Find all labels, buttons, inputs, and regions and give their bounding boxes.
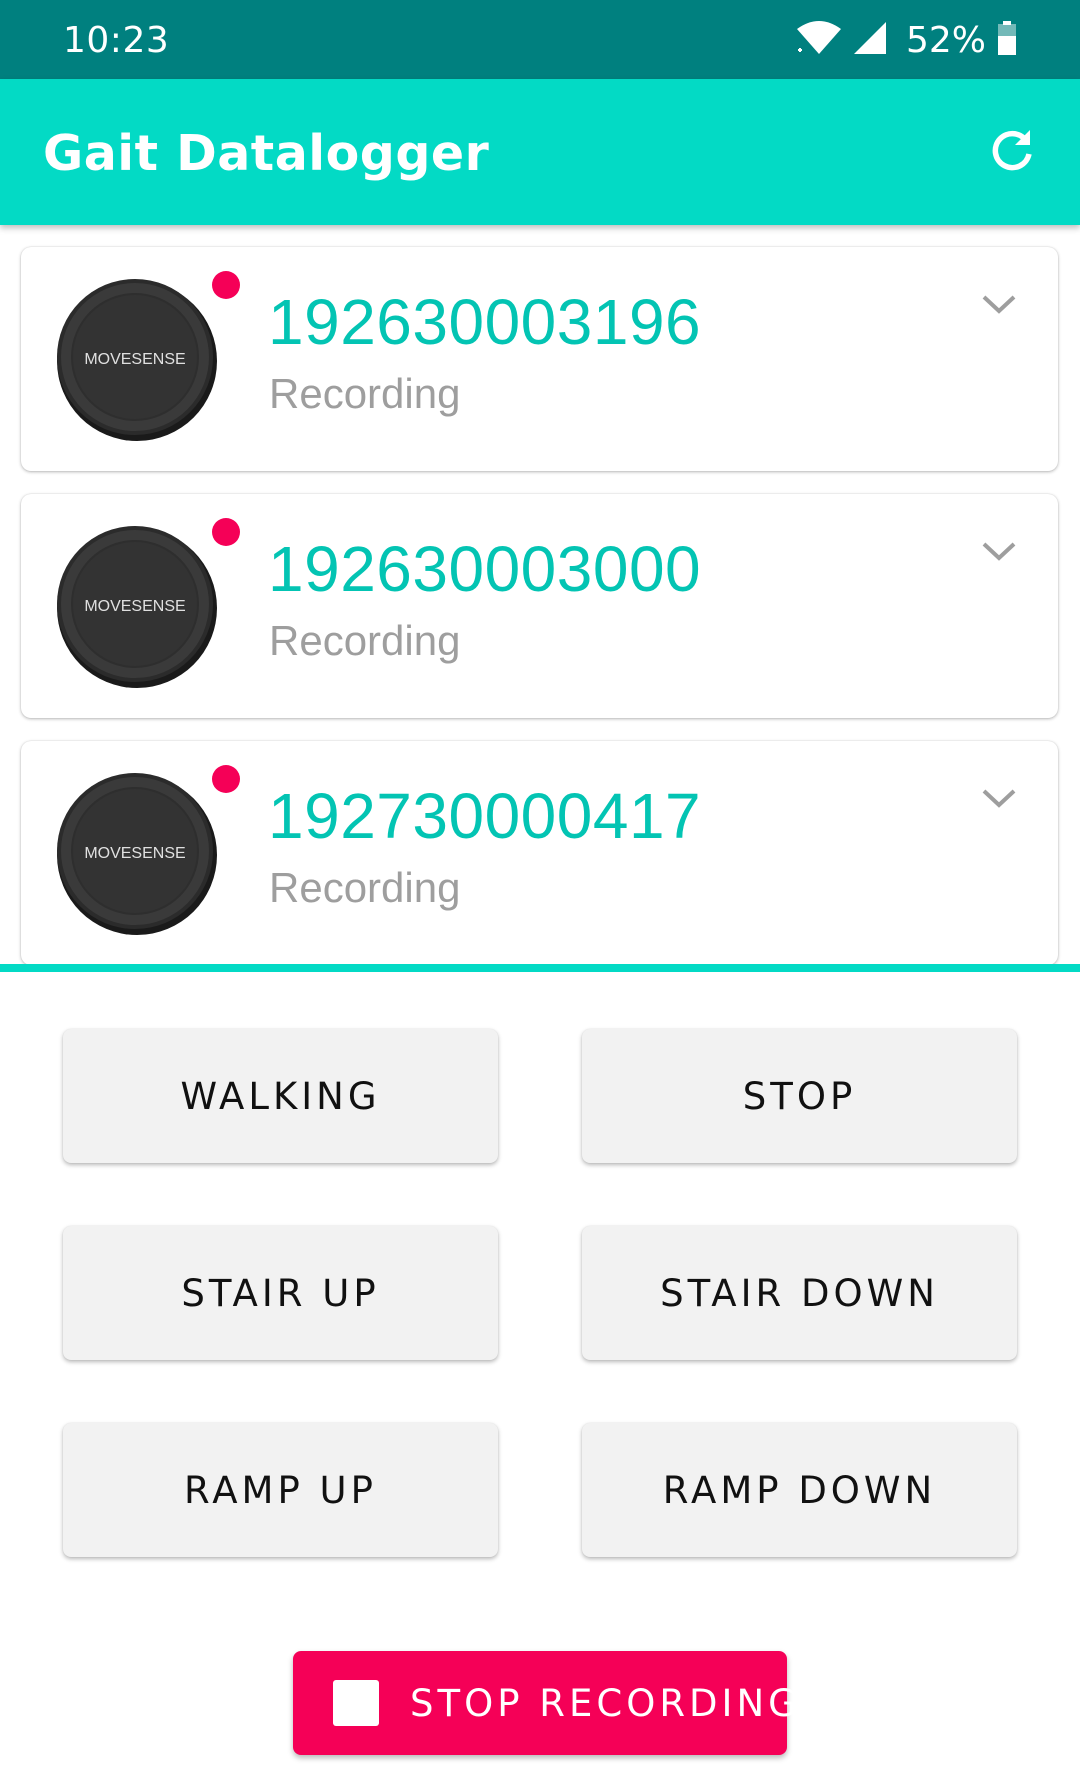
svg-text:MOVESENSE: MOVESENSE [84, 598, 185, 615]
battery-percent: 52% [905, 19, 986, 61]
recording-indicator-dot [212, 765, 240, 793]
device-status: Recording [269, 370, 461, 417]
ramp-down-button[interactable]: RAMP DOWN [582, 1423, 1017, 1557]
stop-recording-button[interactable]: STOP RECORDING [293, 1651, 797, 1755]
sensor-image: MOVESENSE [53, 522, 221, 690]
device-card[interactable]: MOVESENSE 192730000417 Recording [21, 741, 1058, 965]
app-bar: Gait Datalogger [0, 79, 1080, 225]
walking-button[interactable]: WALKING [63, 1029, 498, 1163]
sensor-image: MOVESENSE [53, 275, 221, 443]
section-divider [0, 964, 1080, 972]
svg-text:MOVESENSE: MOVESENSE [84, 351, 185, 368]
status-bar: 10:23 52% [0, 0, 1080, 79]
device-status: Recording [269, 864, 461, 911]
wifi-icon [796, 20, 842, 61]
recording-indicator-dot [212, 518, 240, 546]
app-title: Gait Datalogger [43, 125, 490, 182]
stop-recording-label: STOP RECORDING [410, 1682, 801, 1725]
device-serial: 192730000417 [268, 780, 702, 852]
device-card[interactable]: MOVESENSE 192630003000 Recording [21, 494, 1058, 718]
svg-text:MOVESENSE: MOVESENSE [84, 845, 185, 862]
device-status: Recording [269, 617, 461, 664]
device-serial: 192630003196 [268, 286, 702, 358]
chevron-down-icon[interactable] [976, 532, 1022, 572]
device-list[interactable]: MOVESENSE 192630003196 Recording MOVESEN… [0, 225, 1080, 966]
refresh-button[interactable] [984, 124, 1040, 180]
refresh-icon [988, 126, 1036, 179]
cell-signal-icon [852, 20, 888, 61]
device-card[interactable]: MOVESENSE 192630003196 Recording [21, 247, 1058, 471]
status-icons: 52% [796, 16, 1018, 64]
stair-down-button[interactable]: STAIR DOWN [582, 1226, 1017, 1360]
device-serial: 192630003000 [268, 533, 702, 605]
chevron-down-icon[interactable] [976, 779, 1022, 819]
ramp-up-button[interactable]: RAMP UP [63, 1423, 498, 1557]
stop-button[interactable]: STOP [582, 1029, 1017, 1163]
sensor-image: MOVESENSE [53, 769, 221, 937]
status-time: 10:23 [63, 20, 170, 61]
chevron-down-icon[interactable] [976, 285, 1022, 325]
stair-up-button[interactable]: STAIR UP [63, 1226, 498, 1360]
recording-indicator-dot [212, 271, 240, 299]
stop-square-icon [333, 1680, 379, 1726]
battery-icon [996, 20, 1018, 61]
